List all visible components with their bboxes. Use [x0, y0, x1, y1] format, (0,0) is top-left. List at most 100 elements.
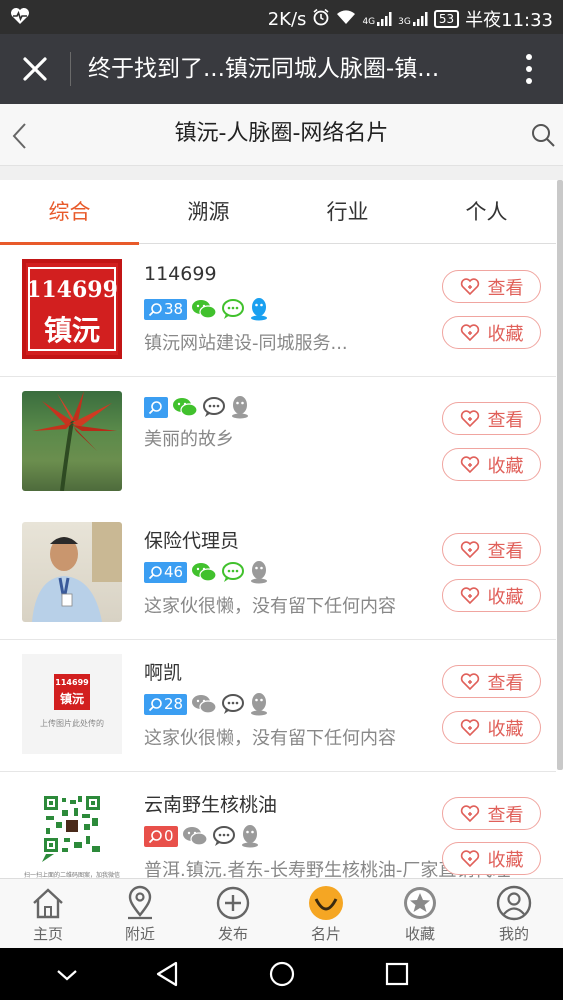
- qq-icon: [251, 298, 268, 321]
- category-tabs: 综合 溯源 行业 个人: [0, 180, 556, 245]
- card-description: 这家伙很懒，没有留下任何内容: [144, 596, 396, 617]
- heart-plus-icon: [460, 409, 479, 427]
- favorite-button[interactable]: 收藏: [442, 579, 541, 612]
- nav-cards[interactable]: 名片: [280, 885, 372, 949]
- moments-icon: [222, 299, 245, 319]
- heart-plus-icon: [460, 849, 479, 867]
- wechat-icon: [192, 300, 217, 319]
- network-speed: 2K/s: [267, 8, 307, 30]
- heart-plus-icon: [460, 804, 479, 822]
- qq-icon: [241, 825, 258, 848]
- card-social-icons: 28: [144, 692, 269, 716]
- search-button[interactable]: [530, 122, 556, 148]
- close-button[interactable]: [18, 52, 52, 86]
- card-social-icons: [144, 395, 250, 419]
- view-button[interactable]: 查看: [442, 665, 541, 698]
- favorite-button[interactable]: 收藏: [442, 448, 541, 481]
- nav-favorites[interactable]: 收藏: [374, 885, 466, 949]
- thumbnail-caption: 上传图片此处传的: [40, 719, 104, 728]
- nav-home[interactable]: 主页: [2, 885, 94, 949]
- nav-profile[interactable]: 我的: [468, 885, 560, 949]
- more-button[interactable]: [520, 50, 538, 88]
- card-thumbnail: 扫一扫上面的二维码图案，加我微信: [22, 786, 122, 886]
- scrollbar[interactable]: [557, 180, 563, 770]
- tab-comprehensive[interactable]: 综合: [0, 180, 139, 245]
- moments-icon: [212, 826, 235, 846]
- card-row[interactable]: 美丽的故乡 查看 收藏: [0, 377, 556, 509]
- qr-code-image: [42, 794, 102, 862]
- clock-time: 半夜11:33: [465, 10, 553, 31]
- card-description: 镇沅网站建设-同城服务...: [144, 333, 348, 354]
- heartbeat-icon: [10, 7, 30, 30]
- battery-icon: 53: [433, 10, 460, 28]
- card-row[interactable]: 114699 镇沅 114699 38 镇沅网站建设-同城服务... 查看 收藏: [0, 245, 556, 377]
- back-triangle-icon[interactable]: [154, 960, 180, 988]
- view-button[interactable]: 查看: [442, 270, 541, 303]
- card-thumbnail: 114699 镇沅: [22, 259, 122, 359]
- recent-apps-icon[interactable]: [384, 961, 410, 987]
- heart-plus-icon: [460, 718, 479, 736]
- search-icon: [148, 697, 162, 711]
- person-photo: [32, 522, 122, 622]
- qq-icon: [232, 396, 248, 419]
- status-bar: 2K/s 4G 3G 53 半夜11:33: [0, 0, 563, 34]
- card-row[interactable]: 114699 镇沅 上传图片此处传的 啊凯 28 这家伙很懒，没有留下任何内容 …: [0, 640, 556, 772]
- alarm-icon: [312, 8, 330, 31]
- back-button[interactable]: [8, 120, 32, 152]
- qq-icon: [251, 561, 268, 584]
- more-vertical-icon: [526, 54, 532, 84]
- page-header: 镇沅-人脉圈-网络名片: [0, 104, 563, 166]
- heart-plus-icon: [460, 672, 479, 690]
- star-icon: [404, 887, 436, 919]
- signal-3g-icon: 3G: [398, 11, 428, 27]
- view-button[interactable]: 查看: [442, 533, 541, 566]
- user-icon: [496, 885, 532, 921]
- moments-icon: [203, 397, 225, 417]
- bottom-navigation: 主页 附近 发布 名片 收藏 我的: [0, 878, 563, 948]
- smile-icon: [309, 886, 343, 920]
- card-social-icons: 46: [144, 560, 269, 584]
- card-name: 啊凯: [144, 662, 183, 684]
- heart-plus-icon: [460, 277, 479, 295]
- moments-icon: [222, 562, 245, 582]
- card-thumbnail: [22, 522, 122, 622]
- heart-plus-icon: [460, 323, 479, 341]
- view-button[interactable]: 查看: [442, 402, 541, 435]
- favorite-button[interactable]: 收藏: [442, 711, 541, 744]
- wifi-icon: [336, 9, 356, 30]
- location-icon: [128, 885, 152, 920]
- qq-icon: [251, 693, 268, 716]
- plus-circle-icon: [216, 886, 250, 920]
- search-count-badge: 28: [144, 693, 188, 715]
- favorite-button[interactable]: 收藏: [442, 842, 541, 875]
- tab-personal[interactable]: 个人: [417, 180, 556, 244]
- signal-4g-icon: 4G: [362, 11, 392, 27]
- nav-nearby[interactable]: 附近: [94, 885, 186, 949]
- card-thumbnail: 114699 镇沅 上传图片此处传的: [22, 654, 122, 754]
- chevron-down-icon[interactable]: [54, 964, 80, 986]
- view-button[interactable]: 查看: [442, 797, 541, 830]
- card-name: 云南野生核桃油: [144, 794, 278, 816]
- search-icon: [148, 400, 162, 414]
- search-count-badge: [144, 396, 168, 418]
- card-thumbnail: [22, 391, 122, 491]
- seal-text-number: 114699: [26, 277, 118, 303]
- card-description: 美丽的故乡: [144, 429, 234, 450]
- chevron-left-icon: [12, 123, 26, 149]
- card-row[interactable]: 保险代理员 46 这家伙很懒，没有留下任何内容 查看 收藏: [0, 508, 556, 640]
- tab-trace[interactable]: 溯源: [139, 180, 278, 244]
- heart-plus-icon: [460, 586, 479, 604]
- seal-text-place: 镇沅: [43, 314, 100, 347]
- android-nav-bar: [0, 948, 563, 1000]
- search-icon: [148, 829, 162, 843]
- page-title: 镇沅-人脉圈-网络名片: [174, 121, 389, 146]
- home-circle-icon[interactable]: [268, 960, 296, 988]
- card-description: 这家伙很懒，没有留下任何内容: [144, 728, 396, 749]
- nav-publish[interactable]: 发布: [187, 885, 279, 949]
- favorite-button[interactable]: 收藏: [442, 316, 541, 349]
- seal-text-number: 114699: [55, 678, 89, 687]
- search-icon: [148, 302, 162, 316]
- section-gap: [0, 166, 563, 180]
- tab-industry[interactable]: 行业: [278, 180, 417, 244]
- wechat-icon: [173, 398, 198, 417]
